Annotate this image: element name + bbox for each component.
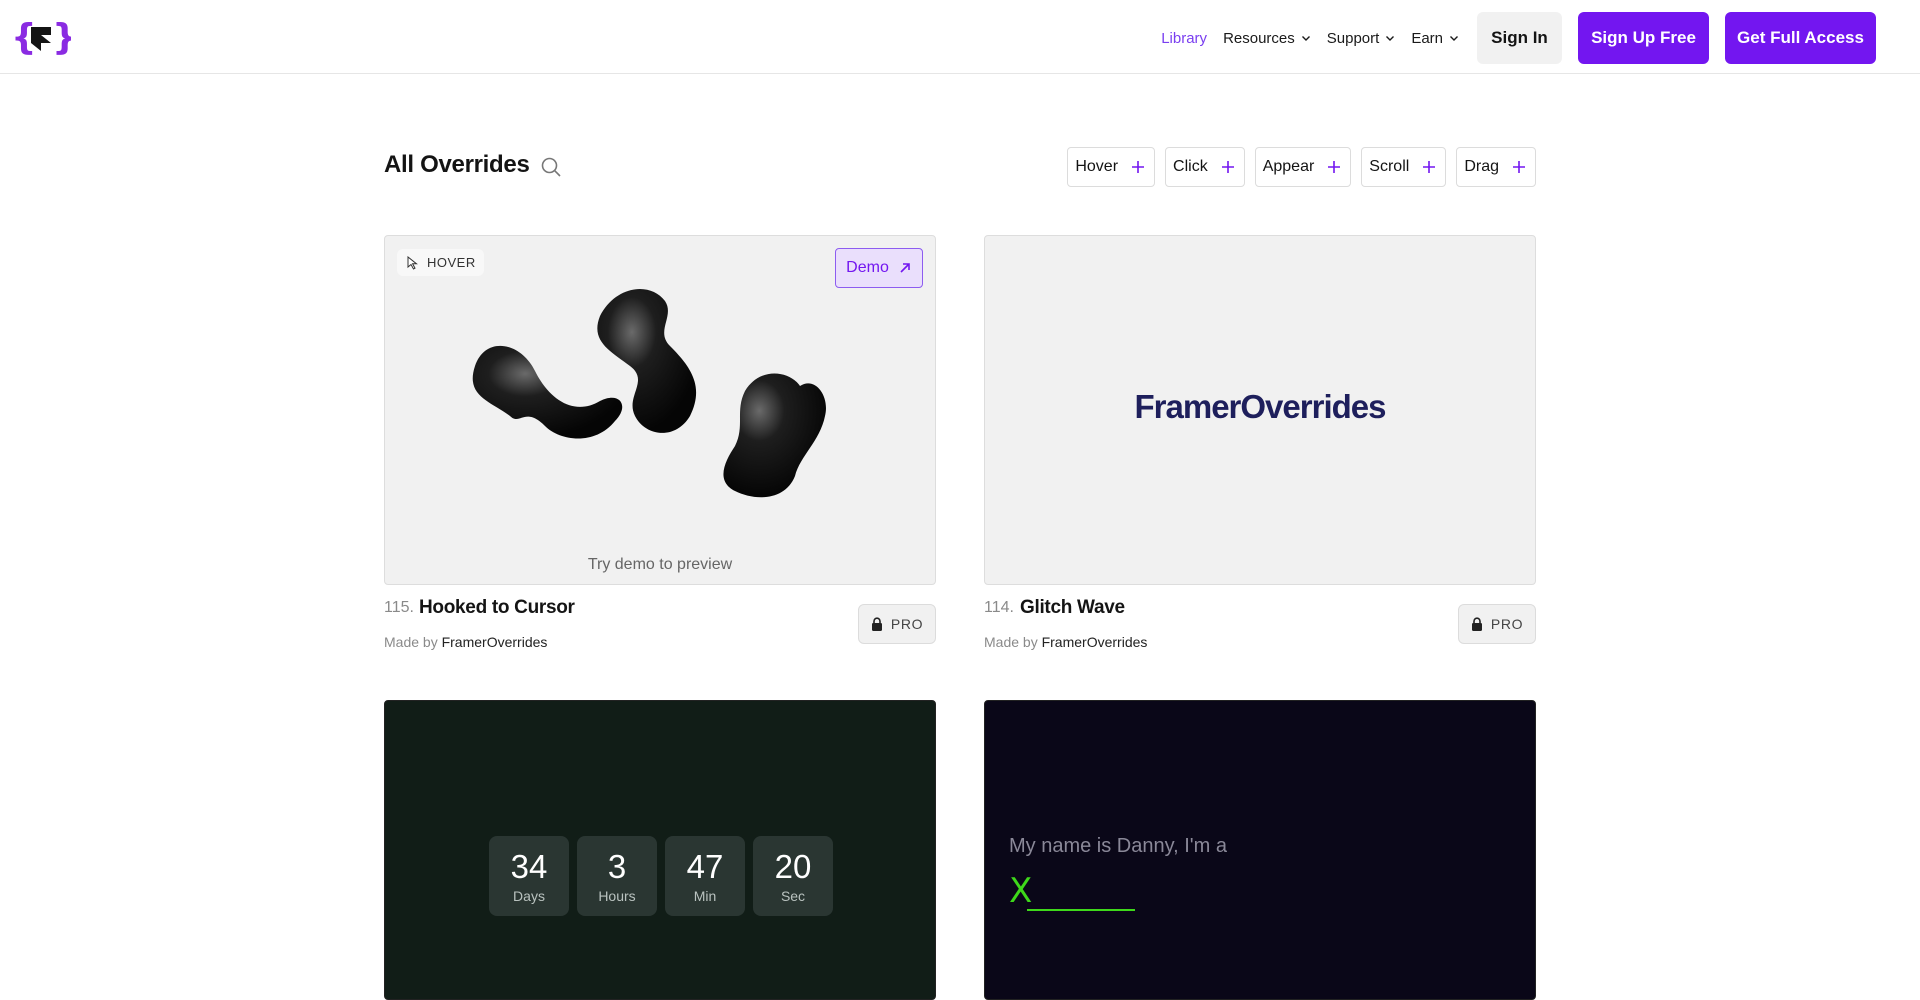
card-preview-countdown[interactable]: 34 Days 3 Hours 47 Min 20 Sec <box>384 700 936 1000</box>
main-nav: Library Resources Support Earn Sign In S… <box>1161 12 1920 64</box>
lock-icon <box>871 617 882 631</box>
plus-icon <box>1221 161 1234 173</box>
chevron-down-icon <box>1386 36 1395 41</box>
card-preview-hooked-to-cursor[interactable]: HOVER Demo Try demo to preview <box>384 235 936 585</box>
page-title: All Overrides <box>384 151 530 178</box>
site-header: { } Library Resources Support Earn Sign … <box>0 0 1920 74</box>
framer-overrides-logo-icon[interactable]: { } <box>11 17 78 58</box>
chevron-down-icon <box>1450 36 1458 41</box>
lock-icon <box>1471 617 1482 631</box>
countdown-hours: 3 Hours <box>577 836 657 916</box>
chevron-down-icon <box>1301 36 1310 41</box>
plus-icon <box>1132 161 1145 173</box>
trigger-badge: HOVER <box>397 249 484 276</box>
typing-cursor-underline <box>1027 909 1135 911</box>
card-number: 114. <box>984 599 1014 616</box>
svg-text:}: } <box>52 17 71 57</box>
filter-hover[interactable]: Hover <box>1067 147 1156 187</box>
pro-badge[interactable]: PRO <box>1458 604 1536 644</box>
typing-intro-text: My name is Danny, I'm a <box>1009 835 1227 857</box>
filter-appear[interactable]: Appear <box>1254 147 1352 187</box>
nav-support-dropdown[interactable]: Support <box>1327 30 1396 47</box>
get-full-access-button[interactable]: Get Full Access <box>1725 12 1876 64</box>
card-preview-glitch-wave[interactable]: FramerOverrides <box>984 235 1536 585</box>
card-author: Made by FramerOverrides <box>984 634 1148 650</box>
preview-hint: Try demo to preview <box>587 556 733 573</box>
filter-scroll[interactable]: Scroll <box>1361 147 1447 187</box>
sign-up-button[interactable]: Sign Up Free <box>1578 12 1709 64</box>
countdown-seconds: 20 Sec <box>753 836 833 916</box>
filter-drag[interactable]: Drag <box>1456 147 1536 187</box>
filter-chips: Hover Click Appear Scroll Drag <box>1057 147 1536 187</box>
card-author: Made by FramerOverrides <box>384 634 548 650</box>
card-preview-typing[interactable]: My name is Danny, I'm a X <box>984 700 1536 1000</box>
card-number: 115. <box>384 599 414 616</box>
plus-icon <box>1328 161 1341 173</box>
nav-library-link[interactable]: Library <box>1161 30 1207 47</box>
3d-shapes-image <box>472 289 826 498</box>
framer-overrides-wordmark: FramerOverrides <box>1134 388 1387 425</box>
author-link[interactable]: FramerOverrides <box>1042 634 1148 650</box>
pro-badge[interactable]: PRO <box>858 604 936 644</box>
typing-word: X <box>1009 871 1033 911</box>
countdown-timer: 34 Days 3 Hours 47 Min 20 Sec <box>489 836 841 916</box>
plus-icon <box>1513 161 1525 173</box>
nav-earn-dropdown[interactable]: Earn <box>1411 30 1459 47</box>
plus-icon <box>1423 161 1436 173</box>
cursor-icon <box>407 255 418 270</box>
nav-resources-dropdown[interactable]: Resources <box>1223 30 1311 47</box>
search-icon[interactable] <box>540 156 562 178</box>
card-title[interactable]: Glitch Wave <box>1020 597 1125 619</box>
author-link[interactable]: FramerOverrides <box>442 634 548 650</box>
sign-in-button[interactable]: Sign In <box>1477 12 1562 64</box>
countdown-days: 34 Days <box>489 836 569 916</box>
filter-click[interactable]: Click <box>1165 147 1245 187</box>
countdown-minutes: 47 Min <box>665 836 745 916</box>
arrow-up-right-icon <box>900 263 910 273</box>
card-title[interactable]: Hooked to Cursor <box>419 597 575 619</box>
